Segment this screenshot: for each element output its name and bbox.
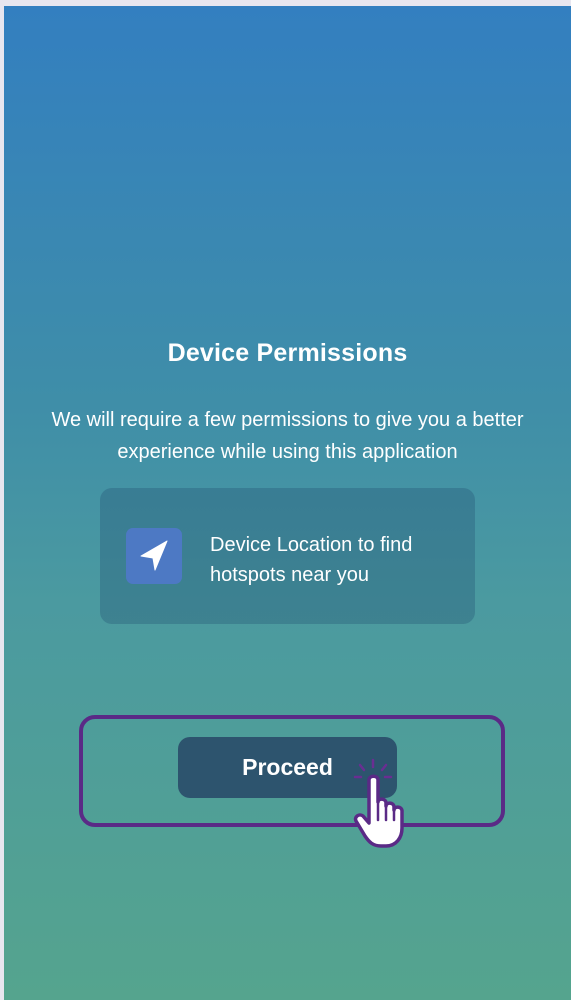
permissions-screen: Device Permissions We will require a few…	[4, 6, 571, 1000]
page-title: Device Permissions	[167, 339, 408, 367]
permissions-description: We will require a few permissions to giv…	[51, 409, 524, 463]
location-permission-card: Device Location to find hotspots near yo…	[100, 488, 475, 624]
location-permission-label: Device Location to find hotspots near yo…	[210, 534, 413, 586]
hand-pointer-icon	[353, 758, 404, 848]
navigation-arrow-icon	[126, 528, 182, 584]
